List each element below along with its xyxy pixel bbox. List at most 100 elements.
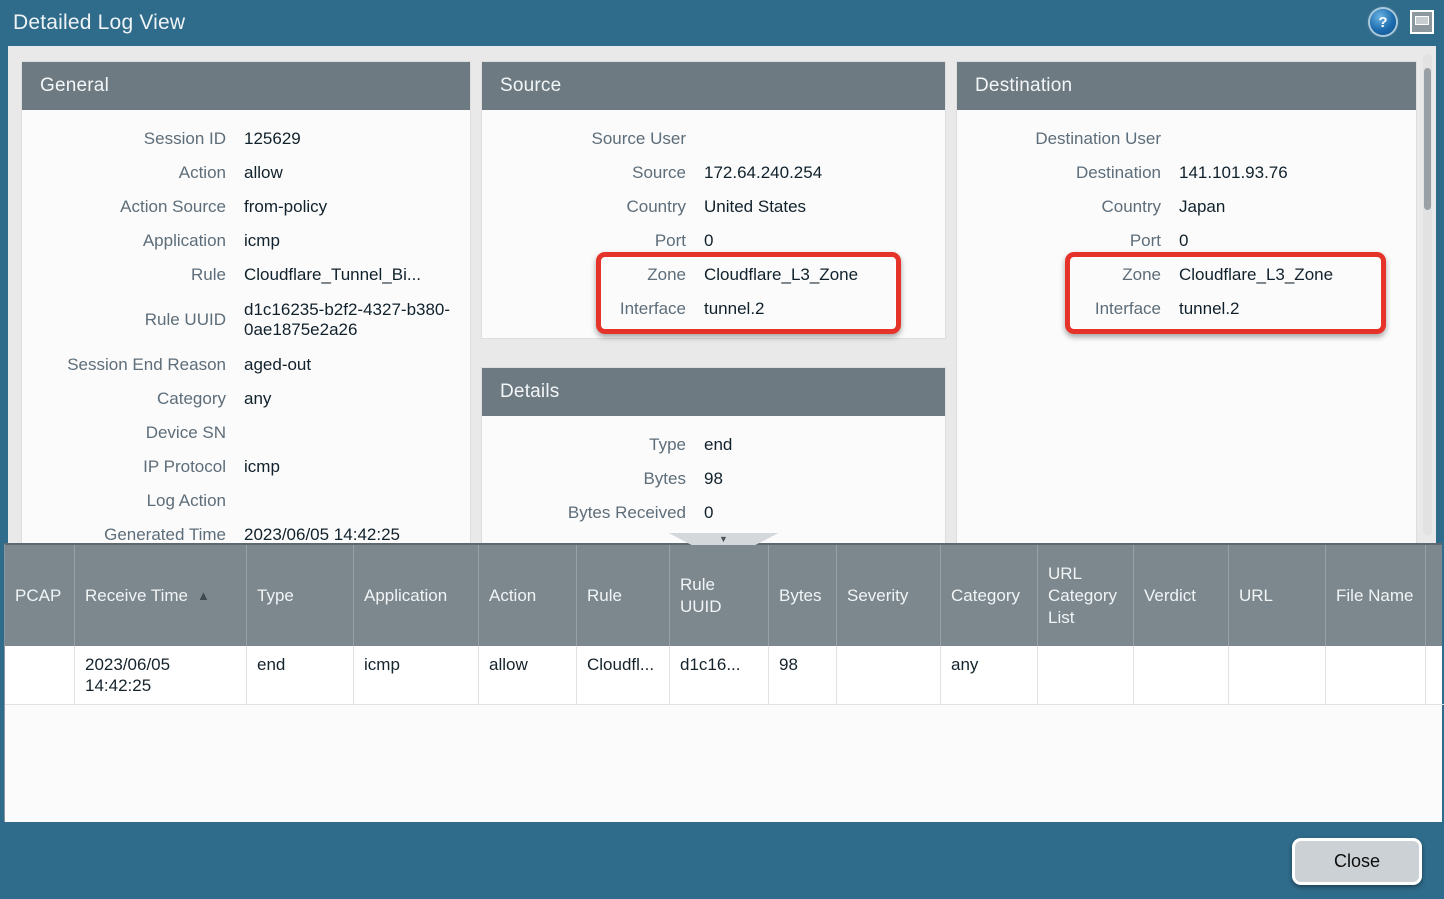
column-header-rule-uuid[interactable]: Rule UUID <box>670 545 769 646</box>
vertical-scrollbar-thumb[interactable] <box>1424 68 1431 210</box>
field-label: Country <box>486 197 686 217</box>
field-value: 0 <box>704 231 945 251</box>
cell-type: end <box>247 646 354 705</box>
field-row-port: Port 0 <box>957 224 1416 258</box>
field-label: IP Protocol <box>26 457 226 477</box>
column-header-label: Rule UUID <box>680 574 758 618</box>
detailed-log-view-dialog: { "window": { "title": "Detailed Log Vie… <box>0 0 1444 899</box>
field-label: Rule <box>26 265 226 285</box>
field-label: Interface <box>486 299 686 319</box>
general-panel: General Session ID125629ActionallowActio… <box>22 62 470 543</box>
cell-action: allow <box>479 646 577 705</box>
column-header-file-name[interactable]: File Name <box>1326 545 1426 646</box>
details-panel: Details TypeendBytes98Bytes Received0 <box>482 368 945 543</box>
destination-panel-title: Destination <box>957 62 1416 110</box>
column-header-url[interactable]: URL <box>1229 545 1326 646</box>
column-header-rule[interactable]: Rule <box>577 545 670 646</box>
field-label: Rule UUID <box>26 310 226 330</box>
field-row-device-sn: Device SN <box>22 416 470 450</box>
field-label: Destination User <box>961 129 1161 149</box>
column-header-bytes[interactable]: Bytes <box>769 545 837 646</box>
sort-asc-icon: ▲ <box>197 585 210 607</box>
field-label: Port <box>486 231 686 251</box>
field-row-bytes-received: Bytes Received0 <box>482 496 945 530</box>
close-button[interactable]: Close <box>1292 838 1422 885</box>
field-row-action-source: Action Source from-policy <box>22 190 470 224</box>
field-row-source-user: Source User <box>482 122 945 156</box>
field-row-type: Typeend <box>482 428 945 462</box>
column-header-receive-time[interactable]: Receive Time▲ <box>75 545 247 646</box>
field-row-rule-uuid: Rule UUIDd1c16235-b2f2-4327-b380-0ae1875… <box>22 292 470 348</box>
destination-panel: Destination Destination User Destination1… <box>957 62 1416 543</box>
column-header-severity[interactable]: Severity <box>837 545 941 646</box>
cell-filler <box>1426 646 1444 705</box>
source-panel: Source Source UserSource172.64.240.254 Co… <box>482 62 945 338</box>
column-header-label: File Name <box>1336 585 1413 607</box>
field-value: Cloudflare_Tunnel_Bi... <box>244 265 470 285</box>
cell-file-name <box>1326 646 1426 705</box>
collapse-handle[interactable]: ▼ <box>669 533 779 545</box>
cell-rule: Cloudfl... <box>577 646 670 705</box>
column-header-url-category-list[interactable]: URL Category List <box>1038 545 1134 646</box>
field-label: Interface <box>961 299 1161 319</box>
column-header-label: Application <box>364 585 447 607</box>
field-label: Zone <box>961 265 1161 285</box>
cell-receive-time: 2023/06/05 14:42:25 <box>75 646 247 705</box>
field-row-log-action: Log Action <box>22 484 470 518</box>
field-value: Japan <box>1179 197 1416 217</box>
column-header-pcap[interactable]: PCAP <box>5 545 75 646</box>
field-row-rule: Rule Cloudflare_Tunnel_Bi... <box>22 258 470 292</box>
field-value: 141.101.93.76 <box>1179 163 1416 183</box>
field-label: Action Source <box>26 197 226 217</box>
column-header-label: Action <box>489 585 536 607</box>
column-header-label: Rule <box>587 585 622 607</box>
field-value: any <box>244 389 470 409</box>
column-header-category[interactable]: Category <box>941 545 1038 646</box>
cell-verdict <box>1134 646 1229 705</box>
chevron-down-icon: ▼ <box>719 535 728 544</box>
dialog-titlebar: Detailed Log View ? <box>0 0 1444 46</box>
column-header-label: Category <box>951 585 1020 607</box>
cell-url-category-list <box>1038 646 1134 705</box>
field-value: United States <box>704 197 945 217</box>
field-label: Bytes <box>486 469 686 489</box>
column-header-application[interactable]: Application <box>354 545 479 646</box>
field-label: Port <box>961 231 1161 251</box>
field-value: from-policy <box>244 197 470 217</box>
field-value: 0 <box>1179 231 1416 251</box>
field-value: 0 <box>704 503 945 523</box>
column-header-label: URL Category List <box>1048 563 1123 629</box>
column-header-label: URL <box>1239 585 1273 607</box>
field-value: icmp <box>244 231 470 251</box>
field-value: tunnel.2 <box>1179 299 1416 319</box>
log-table-dock: ▼ PCAPReceive Time▲TypeApplicationAction… <box>4 543 1442 822</box>
column-header-type[interactable]: Type <box>247 545 354 646</box>
field-label: Log Action <box>26 491 226 511</box>
help-icon[interactable]: ? <box>1370 9 1396 35</box>
field-row-destination: Destination141.101.93.76 <box>957 156 1416 190</box>
field-value: Cloudflare_L3_Zone <box>1179 265 1416 285</box>
field-label: Application <box>26 231 226 251</box>
column-header-action[interactable]: Action <box>479 545 577 646</box>
source-panel-title: Source <box>482 62 945 110</box>
field-value: Cloudflare_L3_Zone <box>704 265 945 285</box>
window-restore-icon[interactable] <box>1410 10 1434 34</box>
cell-rule-uuid: d1c16... <box>670 646 769 705</box>
field-label: Country <box>961 197 1161 217</box>
field-value: 2023/06/05 14:42:25 <box>244 525 470 543</box>
field-label: Session ID <box>26 129 226 149</box>
field-row-interface: Interfacetunnel.2 <box>482 292 945 326</box>
field-row-generated-time: Generated Time2023/06/05 14:42:25 <box>22 518 470 543</box>
cell-bytes: 98 <box>769 646 837 705</box>
column-header-label: Type <box>257 585 294 607</box>
column-header-verdict[interactable]: Verdict <box>1134 545 1229 646</box>
field-label: Type <box>486 435 686 455</box>
cell-category: any <box>941 646 1038 705</box>
field-row-source: Source172.64.240.254 <box>482 156 945 190</box>
cell-severity <box>837 646 941 705</box>
log-table-row[interactable]: 2023/06/05 14:42:25endicmpallowCloudfl..… <box>5 646 1442 705</box>
column-header-label: PCAP <box>15 585 61 607</box>
field-row-zone: Zone Cloudflare_L3_Zone <box>957 258 1416 292</box>
field-row-category: Categoryany <box>22 382 470 416</box>
field-value: end <box>704 435 945 455</box>
